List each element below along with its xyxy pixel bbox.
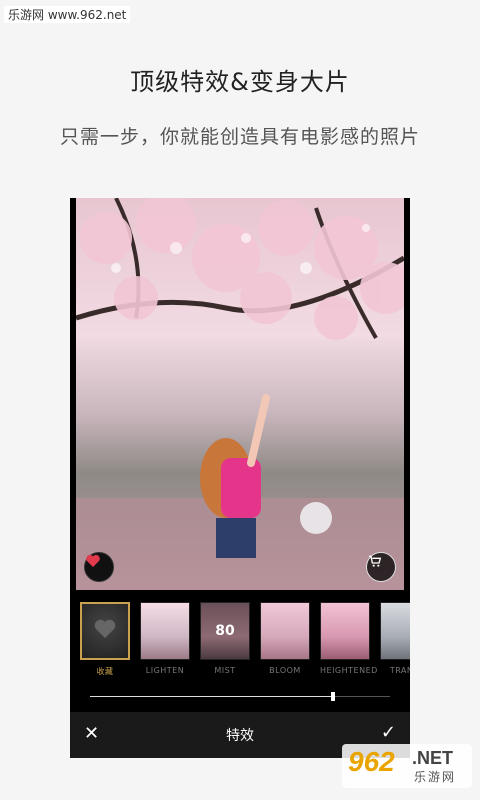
logo-domain: .NET	[412, 748, 454, 768]
filter-label: 收藏	[96, 667, 114, 676]
site-logo-watermark: 962 .NET 乐游网	[342, 744, 472, 788]
slider-handle[interactable]	[331, 692, 335, 701]
confirm-check-icon[interactable]: ✓	[381, 722, 396, 743]
bottom-bar-title: 特效	[226, 728, 254, 744]
filter-tranq[interactable]: TRANQ	[380, 602, 410, 675]
photo-canvas	[76, 198, 404, 590]
filter-label: MIST	[214, 666, 236, 675]
cart-icon	[369, 555, 382, 567]
photo-illustration	[76, 198, 404, 590]
intensity-slider[interactable]	[90, 692, 390, 702]
filter-thumb: 80	[200, 602, 250, 660]
filter-thumb	[140, 602, 190, 660]
favorite-heart-button[interactable]	[84, 552, 114, 582]
filter-lighten[interactable]: LIGHTEN	[140, 602, 190, 675]
filter-bloom[interactable]: BLOOM	[260, 602, 310, 675]
filter-thumb	[320, 602, 370, 660]
heart-icon	[86, 554, 100, 567]
filter-heightened[interactable]: HEIGHTENED	[320, 602, 378, 675]
filter-mist[interactable]: 80 MIST	[200, 602, 250, 675]
filter-label: HEIGHTENED	[320, 666, 378, 675]
app-preview: 收藏 LIGHTEN 80 MIST BLOOM HEIGHTENED TRA …	[70, 198, 410, 758]
filter-label: BLOOM	[269, 666, 301, 675]
logo-number: 962	[348, 746, 395, 777]
source-watermark: 乐游网 www.962.net	[4, 6, 131, 23]
filter-thumb	[380, 602, 410, 660]
subheadline: 只需一步，你就能创造具有电影感的照片	[59, 126, 420, 148]
filter-label: LIGHTEN	[145, 666, 185, 675]
headline: 顶级特效&变身大片	[130, 68, 350, 96]
filter-thumb	[80, 602, 130, 660]
slider-fill	[90, 696, 333, 697]
filter-strip: 收藏 LIGHTEN 80 MIST BLOOM HEIGHTENED TRA	[76, 602, 410, 682]
cart-button[interactable]	[366, 552, 396, 582]
filter-favorites[interactable]: 收藏	[80, 602, 130, 677]
logo-cn: 乐游网	[414, 770, 457, 784]
heart-outline-icon	[94, 619, 116, 638]
filter-label: TRANQ	[389, 666, 410, 675]
filter-thumb	[260, 602, 310, 660]
filter-intensity-value: 80	[215, 623, 235, 639]
